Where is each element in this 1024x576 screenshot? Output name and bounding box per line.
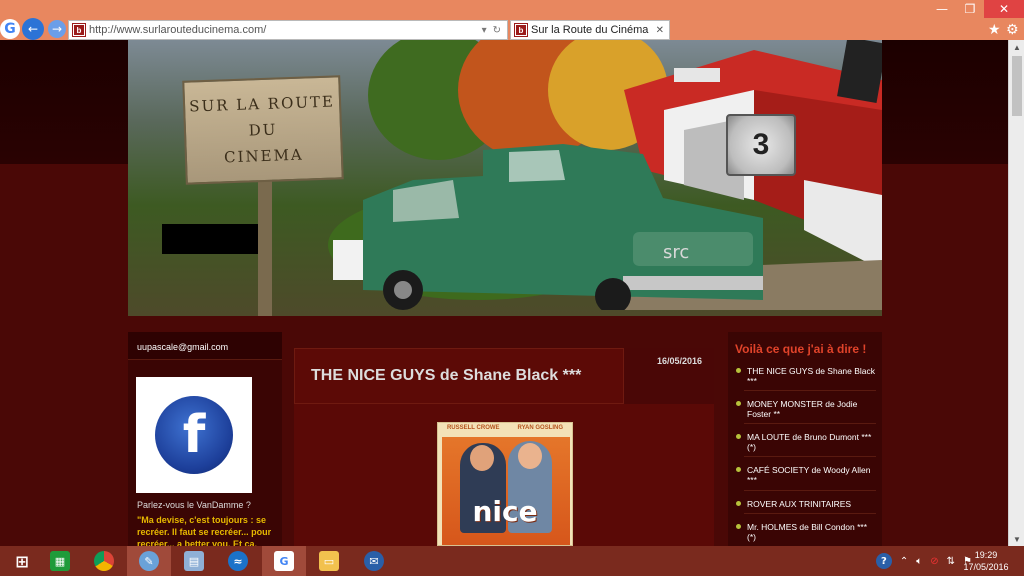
poster-actor-right: RYAN GOSLING (517, 425, 564, 431)
bullet-icon (736, 501, 741, 506)
bullet-icon (736, 467, 741, 472)
url-text[interactable]: http://www.surlarouteducinema.com/ (89, 24, 482, 36)
scrollbar-thumb[interactable] (1012, 56, 1022, 116)
recent-post-link[interactable]: Mr. HOLMES de Bill Condon *** (*) (747, 522, 867, 542)
facebook-link[interactable]: f (136, 377, 252, 493)
search-dropdown-icon[interactable]: ▾ (482, 25, 487, 36)
post-date: 16/05/2016 (624, 348, 714, 404)
poster-credits: RUSSELL CROWE RYAN GOSLING (438, 425, 572, 431)
movie-poster-image[interactable]: RUSSELL CROWE RYAN GOSLING nice (437, 422, 573, 546)
clock-date: 17/05/2016 (963, 562, 1009, 572)
poster-actor-left: RUSSELL CROWE (446, 425, 500, 431)
recent-post-link[interactable]: MA LOUTE de Bruno Dumont *** (*) (747, 432, 871, 452)
tab-close-icon[interactable]: ✕ (656, 25, 664, 36)
recent-post-link[interactable]: ROVER AUX TRINITAIRES (747, 499, 851, 509)
page-viewport: 3 src SUR LA ROUTE DU CINEMA uupascale@g… (0, 40, 1008, 546)
show-hidden-icon[interactable]: ⌃ (900, 556, 908, 567)
minimize-icon[interactable]: — (928, 0, 956, 18)
post-header: THE NICE GUYS de Shane Black *** (294, 348, 624, 404)
taskbar-clock[interactable]: 19:29 17/05/2016 (956, 549, 1016, 573)
google-icon[interactable]: G (0, 19, 20, 39)
poster-face-left (470, 445, 494, 471)
network-icon[interactable]: ⇅ (947, 556, 955, 567)
divider (744, 456, 876, 457)
pickup-truck-image: src (333, 144, 763, 310)
restore-icon[interactable]: ❐ (956, 0, 984, 18)
recent-post-link[interactable]: MONEY MONSTER de Jodie Foster ** (747, 399, 857, 419)
windows-taskbar: ⊞ ▦ ✎ ▤ ≈ G ▭ ✉ ? ⌃ 🔈︎ ⊘ ⇅ ⚑ 19:29 17/05… (0, 546, 1024, 576)
bullet-icon (736, 524, 741, 529)
tab-title: Sur la Route du Cinéma (531, 24, 649, 36)
scroll-down-icon[interactable]: ▼ (1009, 532, 1024, 546)
vertical-scrollbar[interactable]: ▲ ▼ (1008, 40, 1024, 546)
address-bar[interactable]: b http://www.surlarouteducinema.com/ ▾ ↻ (68, 20, 508, 40)
close-icon[interactable]: ✕ (984, 0, 1024, 18)
store-icon[interactable]: ▦ (38, 546, 82, 576)
app-wing-icon[interactable]: ≈ (216, 546, 260, 576)
recent-post-item[interactable]: Mr. HOLMES de Bill Condon *** (*) (736, 522, 876, 542)
calculator-icon[interactable]: ▤ (172, 546, 216, 576)
forward-icon[interactable]: → (48, 20, 66, 38)
site-logo-sign: SUR LA ROUTE DU CINEMA (182, 75, 344, 185)
recent-post-item[interactable]: CAFÉ SOCIETY de Woody Allen *** (736, 465, 876, 485)
divider (744, 423, 876, 424)
volume-icon[interactable]: 🔈︎ (916, 556, 922, 567)
file-explorer-icon[interactable]: ▭ (307, 546, 351, 576)
sidebar-quote: "Ma devise, c'est toujours : se recréer.… (137, 515, 272, 546)
browser-chrome: — ❐ ✕ G ← → b http://www.surlarouteducin… (0, 0, 1024, 40)
star-icon[interactable]: ★ (988, 22, 1001, 38)
banner-black-block (162, 224, 258, 254)
facebook-icon: f (155, 396, 233, 474)
divider (744, 490, 876, 491)
tab-sur-la-route[interactable]: b Sur la Route du Cinéma ✕ (510, 20, 670, 40)
tab-favicon: b (514, 23, 528, 37)
back-icon[interactable]: ← (22, 18, 44, 40)
recent-post-link[interactable]: THE NICE GUYS de Shane Black *** (747, 366, 875, 386)
post-title[interactable]: THE NICE GUYS de Shane Black *** (311, 367, 581, 385)
recent-post-item[interactable]: MA LOUTE de Bruno Dumont *** (*) (736, 432, 876, 452)
divider (744, 390, 876, 391)
paint-icon[interactable]: ✎ (127, 546, 171, 576)
contact-email[interactable]: uupascale@gmail.com (128, 332, 282, 360)
gear-icon[interactable]: ⚙ (1006, 22, 1019, 38)
clock-time: 19:29 (974, 550, 998, 560)
divider (744, 513, 876, 514)
poster-logo: nice (472, 495, 538, 528)
bullet-icon (736, 401, 741, 406)
bullet-icon (736, 434, 741, 439)
site-favicon: b (72, 23, 86, 37)
recent-posts-title: Voilà ce que j'ai à dire ! (735, 342, 867, 356)
scroll-up-icon[interactable]: ▲ (1009, 40, 1024, 54)
chrome-icon[interactable] (82, 546, 126, 576)
sidebar-question: Parlez-vous le VanDamme ? (137, 500, 251, 510)
recent-post-item[interactable]: ROVER AUX TRINITAIRES (736, 499, 876, 509)
thunderbird-icon[interactable]: ✉ (352, 546, 396, 576)
help-icon[interactable]: ? (875, 553, 892, 569)
window-controls: — ❐ ✕ (928, 0, 1024, 18)
poster-face-right (518, 443, 542, 469)
bullet-icon (736, 368, 741, 373)
google-icon[interactable]: G (262, 546, 306, 576)
recent-post-link[interactable]: CAFÉ SOCIETY de Woody Allen *** (747, 465, 870, 485)
recent-post-item[interactable]: MONEY MONSTER de Jodie Foster ** (736, 399, 876, 419)
truck-tailgate-lettering: src (663, 242, 689, 263)
refresh-icon[interactable]: ↻ (493, 25, 501, 36)
site-banner: 3 src SUR LA ROUTE DU CINEMA (128, 40, 882, 316)
recent-post-item[interactable]: THE NICE GUYS de Shane Black *** (736, 366, 876, 386)
antivirus-icon[interactable]: ⊘ (930, 556, 938, 567)
